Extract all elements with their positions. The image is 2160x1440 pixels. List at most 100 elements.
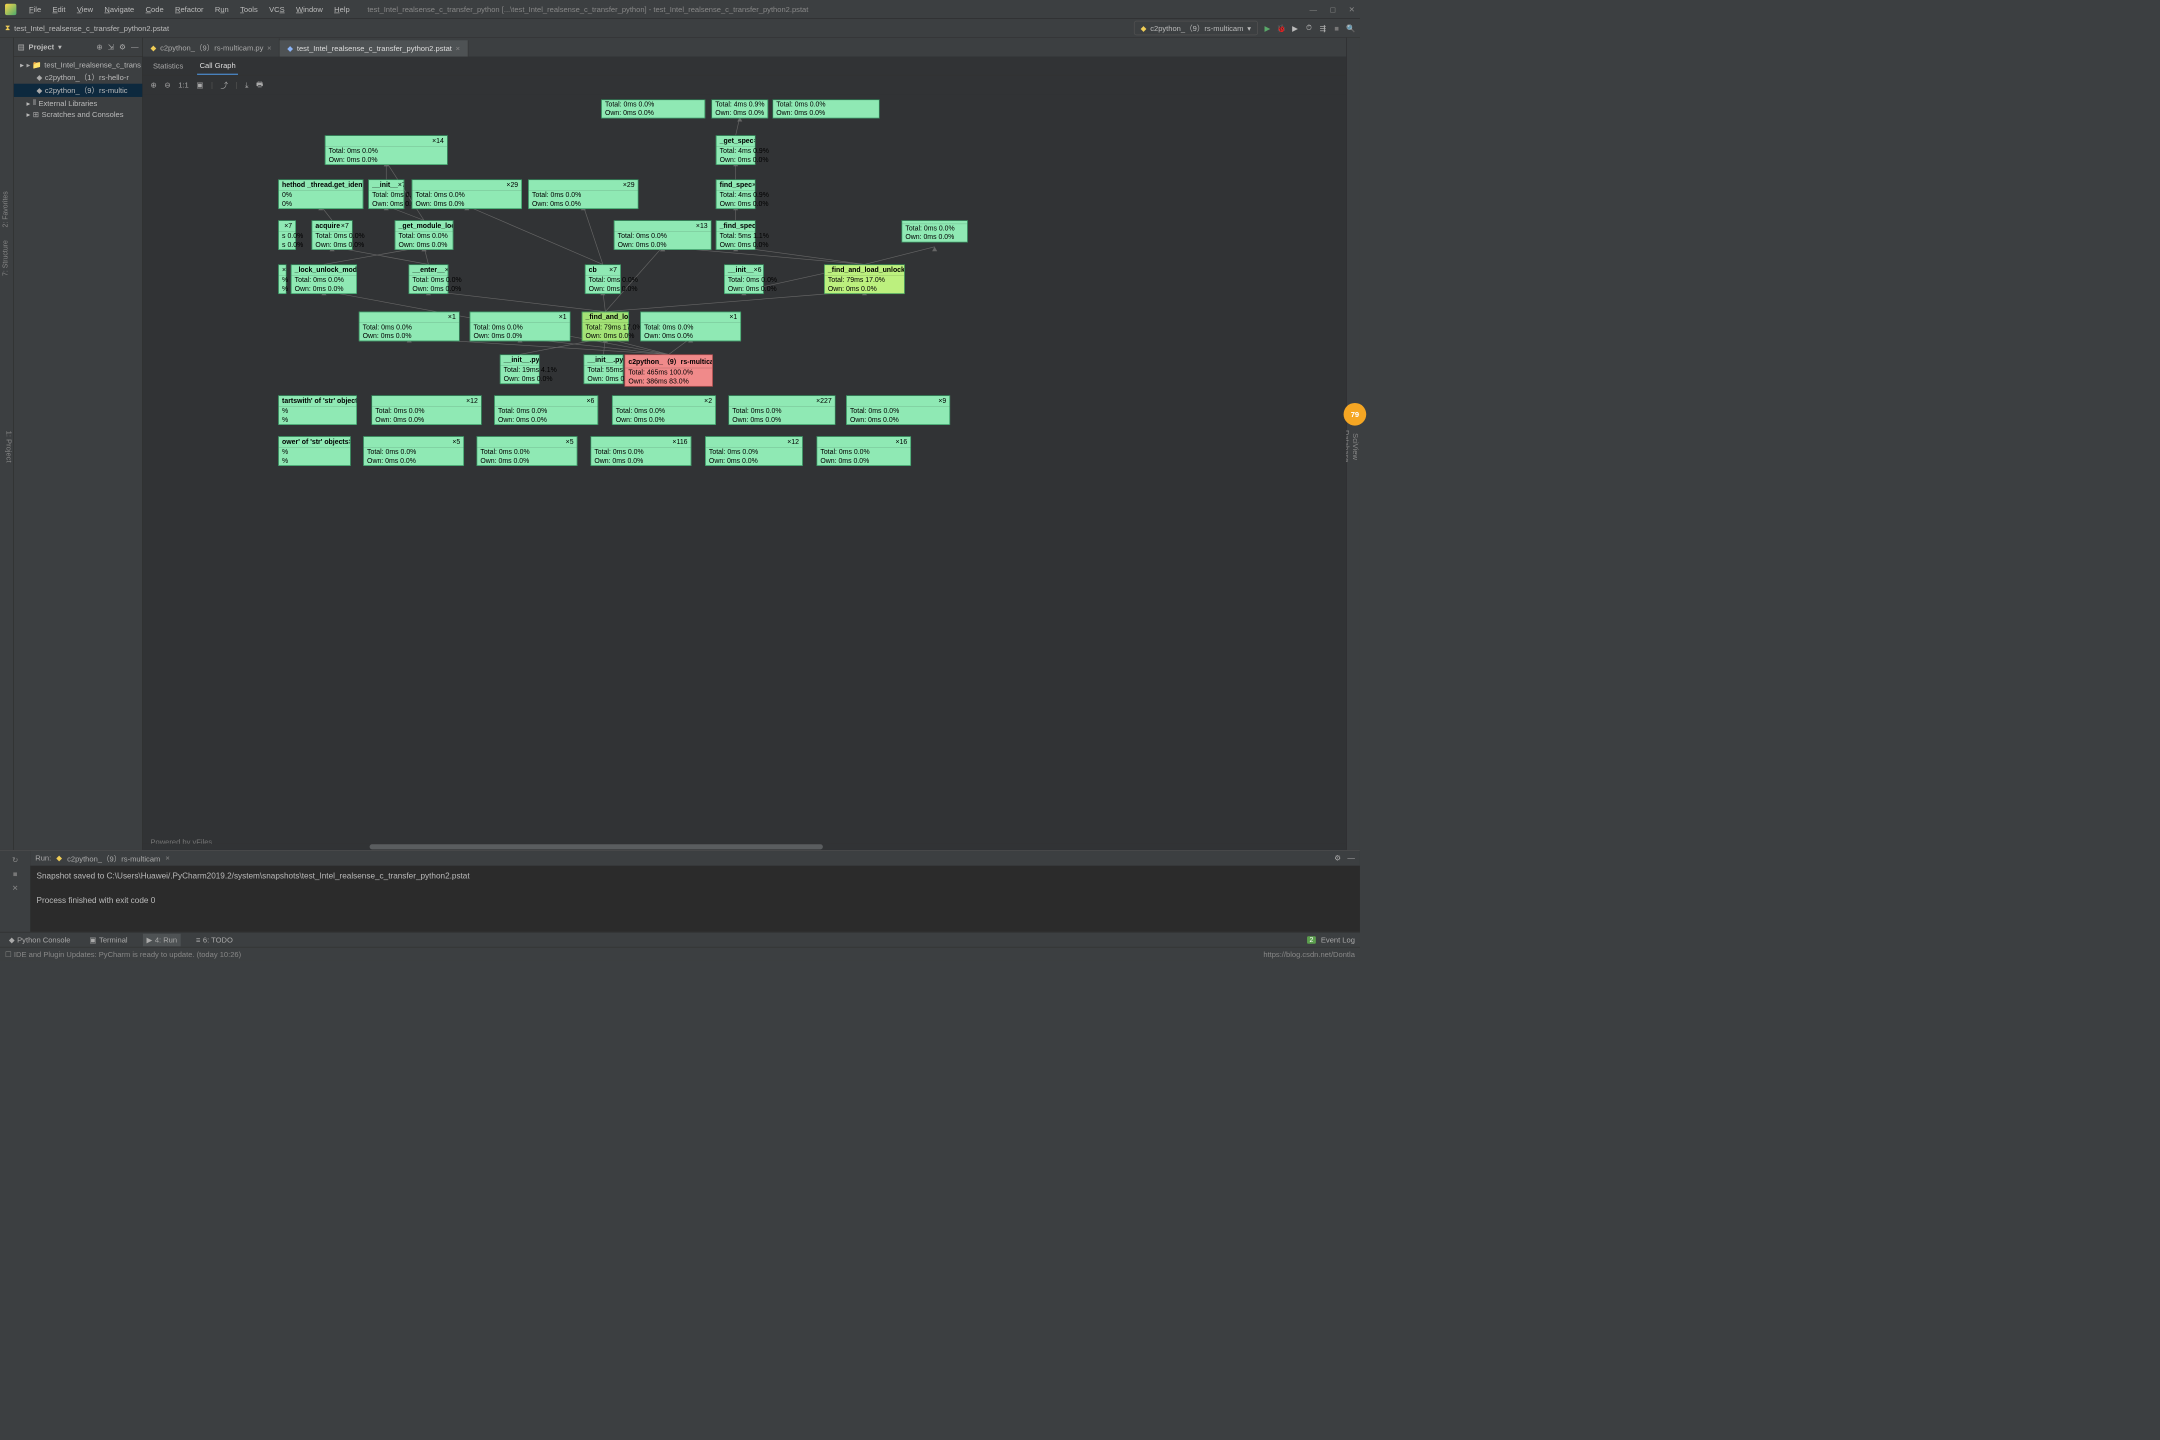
project-tree[interactable]: ▸▸ 📁test_Intel_realsense_c_trans◆c2pytho… bbox=[14, 57, 142, 123]
call-graph-node[interactable]: find_spec×5Total: 4ms 0.9%Own: 0ms 0.0% bbox=[716, 179, 756, 209]
stop-button[interactable]: ■ bbox=[1332, 24, 1341, 33]
structure-tab[interactable]: 7: Structure bbox=[2, 240, 10, 276]
menu-tools[interactable]: Tools bbox=[235, 2, 263, 16]
call-graph-node[interactable]: _get_spec×5Total: 4ms 0.9%Own: 0ms 0.0% bbox=[716, 135, 756, 165]
search-icon[interactable]: 🔍 bbox=[1346, 24, 1355, 33]
call-graph-node[interactable]: hethod _thread.get_ident>×140%0% bbox=[278, 179, 363, 209]
call-graph-node[interactable]: __init__×6Total: 0ms 0.0%Own: 0ms 0.0% bbox=[724, 264, 764, 294]
call-graph-node[interactable]: __init__.py×1Total: 19ms 4.1%Own: 0ms 0.… bbox=[500, 354, 540, 384]
project-title[interactable]: Project bbox=[29, 42, 55, 51]
print-icon[interactable]: 🖶 bbox=[256, 78, 263, 91]
maximize-icon[interactable]: ◻ bbox=[1330, 5, 1336, 14]
tree-item[interactable]: ▸⫴External Libraries bbox=[14, 97, 142, 109]
menu-vcs[interactable]: VCS bbox=[264, 2, 290, 16]
call-graph-node[interactable]: ×227Total: 0ms 0.0%Own: 0ms 0.0% bbox=[728, 395, 835, 425]
chevron-down-icon[interactable]: ▾ bbox=[58, 42, 62, 51]
call-graph-node[interactable]: _lock_unlock_module×1Total: 0ms 0.0%Own:… bbox=[291, 264, 357, 294]
menu-file[interactable]: File bbox=[24, 2, 46, 16]
minimize-icon[interactable]: — bbox=[1310, 5, 1318, 14]
menu-run[interactable]: Run bbox=[210, 2, 234, 16]
call-graph-node[interactable]: ×5Total: 0ms 0.0%Own: 0ms 0.0% bbox=[477, 436, 578, 466]
tree-item[interactable]: ◆c2python_（1）rs-hello-r bbox=[14, 71, 142, 84]
debug-button[interactable]: 🐞 bbox=[1277, 24, 1286, 33]
sciview-tab[interactable]: SciView bbox=[1351, 43, 1360, 850]
status-icon[interactable]: ☐ bbox=[5, 950, 12, 959]
tree-item[interactable]: ▸⊞Scratches and Consoles bbox=[14, 109, 142, 120]
run-config-selector[interactable]: ◆ c2python_（9）rs-multicam ▾ bbox=[1134, 21, 1258, 35]
project-tool-tab[interactable]: 1: Project bbox=[4, 430, 13, 462]
call-graph-node[interactable]: ×6Total: 0ms 0.0%Own: 0ms 0.0% bbox=[494, 395, 598, 425]
close-tab-icon[interactable]: × bbox=[267, 43, 271, 52]
call-graph-node[interactable]: cb×7Total: 0ms 0.0%Own: 0ms 0.0% bbox=[585, 264, 621, 294]
call-graph-node[interactable]: ×13Total: 0ms 0.0%Own: 0ms 0.0% bbox=[614, 220, 712, 250]
call-graph-node[interactable]: Total: 0ms 0.0%Own: 0ms 0.0% bbox=[902, 220, 968, 242]
share-icon[interactable]: ⤴ bbox=[221, 80, 229, 91]
call-graph-node[interactable]: ower' of 'str' objects>×21%% bbox=[278, 436, 350, 466]
call-graph-node[interactable]: Total: 0ms 0.0%Own: 0ms 0.0% bbox=[601, 99, 705, 118]
left-gutter[interactable]: 1: Project bbox=[0, 38, 14, 850]
event-log-button[interactable]: Event Log bbox=[1321, 935, 1355, 944]
call-graph-node[interactable]: Total: 0ms 0.0%Own: 0ms 0.0% bbox=[773, 99, 880, 118]
menu-refactor[interactable]: Refactor bbox=[170, 2, 209, 16]
call-graph-node[interactable]: ×1Total: 0ms 0.0%Own: 0ms 0.0% bbox=[640, 312, 741, 342]
call-graph-node[interactable]: ×12Total: 0ms 0.0%Own: 0ms 0.0% bbox=[371, 395, 481, 425]
call-graph-node[interactable]: ×5Total: 0ms 0.0%Own: 0ms 0.0% bbox=[363, 436, 464, 466]
rerun-icon[interactable]: ↻ bbox=[12, 856, 18, 865]
call-graph-node[interactable]: __init__×7Total: 0ms 0.0%Own: 0ms 0.0% bbox=[368, 179, 404, 209]
breadcrumb[interactable]: test_Intel_realsense_c_transfer_python2.… bbox=[14, 24, 169, 33]
terminal-tab[interactable]: ▣Terminal bbox=[86, 933, 132, 946]
menu-window[interactable]: Window bbox=[291, 2, 328, 16]
gear-icon[interactable]: ⚙ bbox=[119, 42, 126, 51]
subtab-call-graph[interactable]: Call Graph bbox=[197, 57, 238, 75]
call-graph-node[interactable]: ×29Total: 0ms 0.0%Own: 0ms 0.0% bbox=[528, 179, 638, 209]
call-graph-node[interactable]: ×29Total: 0ms 0.0%Own: 0ms 0.0% bbox=[412, 179, 522, 209]
run-button[interactable]: ▶ bbox=[1263, 24, 1272, 33]
hide-icon[interactable]: — bbox=[1347, 854, 1355, 863]
gear-icon[interactable]: ⚙ bbox=[1334, 854, 1341, 863]
close-icon[interactable]: ✕ bbox=[1349, 5, 1355, 14]
profile-button[interactable]: ⏱ bbox=[1305, 23, 1314, 32]
call-graph-node[interactable]: __init__.py×1Total: 55ms 11.8%Own: 0ms 0… bbox=[584, 354, 624, 384]
attach-button[interactable]: ⇶ bbox=[1318, 24, 1327, 33]
call-graph-node[interactable]: ×14Total: 0ms 0.0%Own: 0ms 0.0% bbox=[325, 135, 448, 165]
zoom-out-icon[interactable]: ⊖ bbox=[164, 81, 170, 90]
menu-navigate[interactable]: Navigate bbox=[99, 2, 139, 16]
run-tab[interactable]: ▶4: Run bbox=[143, 933, 181, 946]
menu-view[interactable]: View bbox=[72, 2, 98, 16]
fit-icon[interactable]: ▣ bbox=[196, 81, 203, 90]
target-icon[interactable]: ⊕ bbox=[96, 42, 102, 51]
call-graph-node[interactable]: _get_module_lock×7Total: 0ms 0.0%Own: 0m… bbox=[395, 220, 454, 250]
call-graph-canvas[interactable]: Powered by yFiles Total: 0ms 0.0%Own: 0m… bbox=[143, 94, 1346, 850]
call-graph-node[interactable]: _find_spec×5Total: 5ms 1.1%Own: 0ms 0.0% bbox=[716, 220, 756, 250]
close-run-icon[interactable]: ✕ bbox=[12, 883, 18, 892]
call-graph-node[interactable]: ×9Total: 0ms 0.0%Own: 0ms 0.0% bbox=[846, 395, 950, 425]
call-graph-node[interactable]: c2python_（9）rs-multicam.py×1Total: 465ms… bbox=[625, 354, 713, 386]
call-graph-node[interactable]: ×12Total: 0ms 0.0%Own: 0ms 0.0% bbox=[705, 436, 803, 466]
call-graph-node[interactable]: __enter__×6Total: 0ms 0.0%Own: 0ms 0.0% bbox=[409, 264, 449, 294]
call-graph-node[interactable]: ×16Total: 0ms 0.0%Own: 0ms 0.0% bbox=[817, 436, 911, 466]
close-tab-icon[interactable]: × bbox=[456, 44, 460, 53]
menu-edit[interactable]: Edit bbox=[47, 2, 70, 16]
horizontal-scrollbar[interactable] bbox=[143, 844, 1346, 850]
tree-item[interactable]: ◆c2python_（9）rs-multic bbox=[14, 84, 142, 97]
stop-icon[interactable]: ■ bbox=[13, 869, 18, 878]
menu-code[interactable]: Code bbox=[141, 2, 169, 16]
call-graph-node[interactable]: _find_and_load_unlocked×5Total: 79ms 17.… bbox=[824, 264, 905, 294]
call-graph-node[interactable]: acquire×7Total: 0ms 0.0%Own: 0ms 0.0% bbox=[312, 220, 353, 250]
call-graph-node[interactable]: ×116Total: 0ms 0.0%Own: 0ms 0.0% bbox=[591, 436, 692, 466]
console-output[interactable]: Snapshot saved to C:\Users\Huawei/.PyCha… bbox=[30, 866, 1360, 910]
zoom-actual-icon[interactable]: 1:1 bbox=[178, 81, 189, 90]
tree-item[interactable]: ▸▸ 📁test_Intel_realsense_c_trans bbox=[14, 59, 142, 70]
call-graph-node[interactable]: ×7s 0.0%s 0.0% bbox=[278, 220, 296, 250]
call-graph-node[interactable]: ×1Total: 0ms 0.0%Own: 0ms 0.0% bbox=[359, 312, 460, 342]
call-graph-node[interactable]: _find_and_load×6Total: 79ms 17.0%Own: 0m… bbox=[582, 312, 629, 342]
coverage-button[interactable]: ▶ bbox=[1291, 24, 1300, 33]
expand-icon[interactable]: ⇲ bbox=[108, 42, 114, 51]
editor-tab[interactable]: ◆c2python_（9）rs-multicam.py× bbox=[143, 38, 280, 56]
todo-tab[interactable]: ≡6: TODO bbox=[192, 933, 236, 946]
call-graph-node[interactable]: Total: 4ms 0.9%Own: 0ms 0.0% bbox=[711, 99, 768, 118]
call-graph-node[interactable]: ×6%% bbox=[278, 264, 286, 294]
zoom-in-icon[interactable]: ⊕ bbox=[150, 81, 156, 90]
call-graph-node[interactable]: ×2Total: 0ms 0.0%Own: 0ms 0.0% bbox=[612, 395, 716, 425]
call-graph-node[interactable]: ×1Total: 0ms 0.0%Own: 0ms 0.0% bbox=[470, 312, 571, 342]
